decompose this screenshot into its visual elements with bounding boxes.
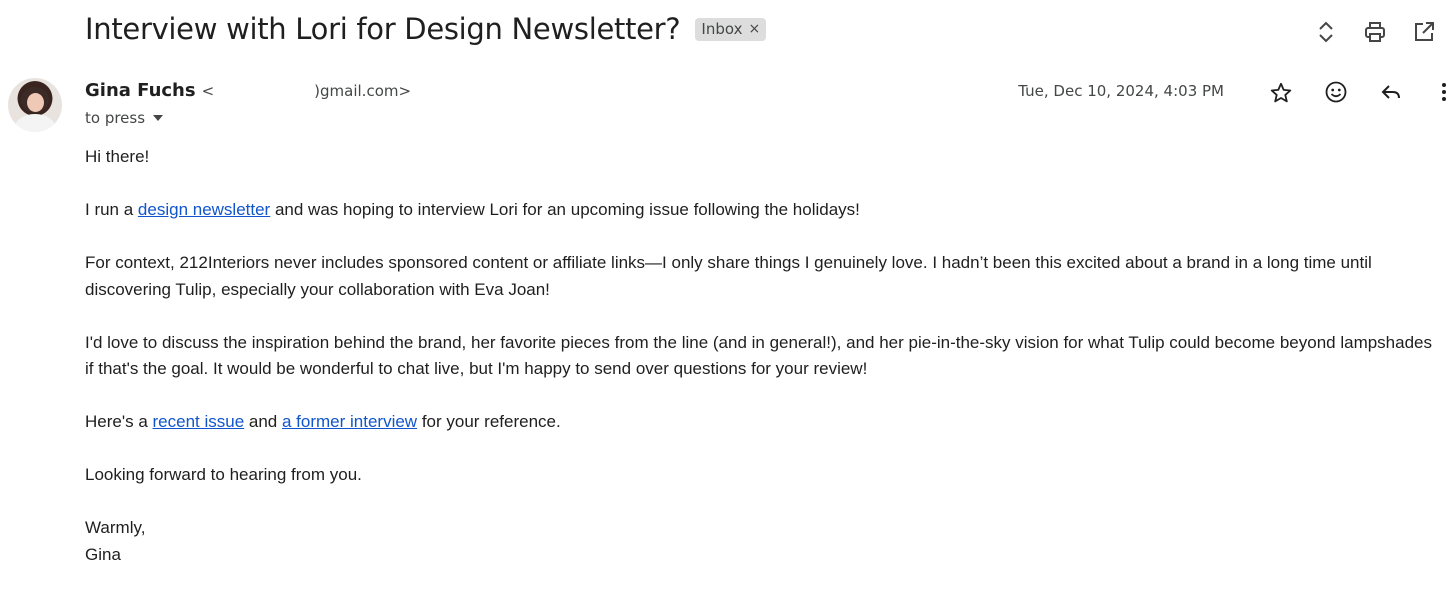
print-icon[interactable]: [1359, 16, 1391, 48]
sender-email: < )gmail.com>: [202, 82, 411, 100]
paragraph-2: For context, 212Interiors never includes…: [85, 253, 1372, 299]
star-icon[interactable]: [1265, 77, 1297, 109]
redacted-block: [214, 82, 315, 96]
message-actions: [1236, 76, 1456, 108]
email-subject: Interview with Lori for Design Newslette…: [85, 12, 681, 46]
p4-before: Here's a: [85, 412, 153, 431]
avatar-face: [27, 93, 44, 112]
greeting: Hi there!: [85, 147, 150, 166]
paragraph-3: I'd love to discuss the inspiration behi…: [85, 332, 1433, 379]
paragraph-5: Looking forward to hearing from you.: [85, 465, 362, 484]
avatar[interactable]: [8, 78, 62, 132]
remove-label-icon[interactable]: ×: [748, 21, 760, 37]
p1-after: and was hoping to interview Lori for an …: [270, 200, 860, 219]
recent-issue-link[interactable]: recent issue: [153, 412, 245, 431]
paragraph-1: I run a design newsletter and was hoping…: [85, 197, 1435, 224]
design-newsletter-link[interactable]: design newsletter: [138, 200, 270, 219]
paragraph-4: Here's a recent issue and a former inter…: [85, 409, 1435, 436]
sender-row: Gina Fuchs < )gmail.com>: [85, 80, 411, 101]
recipient-details-toggle[interactable]: to press: [85, 109, 164, 127]
sender-email-suffix: )gmail.com>: [314, 82, 412, 100]
p1-before: I run a: [85, 200, 138, 219]
reply-icon[interactable]: [1375, 76, 1407, 108]
inbox-label-chip[interactable]: Inbox ×: [695, 17, 767, 41]
message-date: Tue, Dec 10, 2024, 4:03 PM: [1018, 82, 1224, 100]
open-new-window-icon[interactable]: [1408, 16, 1440, 48]
signature: Gina: [85, 544, 121, 564]
p4-mid: and: [244, 412, 282, 431]
sender-name[interactable]: Gina Fuchs: [85, 80, 196, 101]
thread-toolbar: [1296, 16, 1456, 48]
sender-email-prefix: <: [201, 82, 215, 100]
signoff: Warmly,: [85, 518, 146, 537]
p4-after: for your reference.: [417, 412, 561, 431]
caret-down-icon: [153, 115, 164, 121]
avatar-shirt: [14, 114, 56, 132]
subject-row: Interview with Lori for Design Newslette…: [85, 12, 767, 46]
recipient-text: to press: [85, 109, 146, 127]
message-body: Hi there! I run a design newsletter and …: [85, 144, 1435, 568]
emoji-reaction-icon[interactable]: [1320, 76, 1352, 108]
more-vert-icon[interactable]: [1428, 76, 1456, 108]
former-interview-link[interactable]: a former interview: [282, 412, 417, 431]
inbox-label-text: Inbox: [701, 19, 743, 38]
expand-collapse-icon[interactable]: [1310, 16, 1342, 48]
